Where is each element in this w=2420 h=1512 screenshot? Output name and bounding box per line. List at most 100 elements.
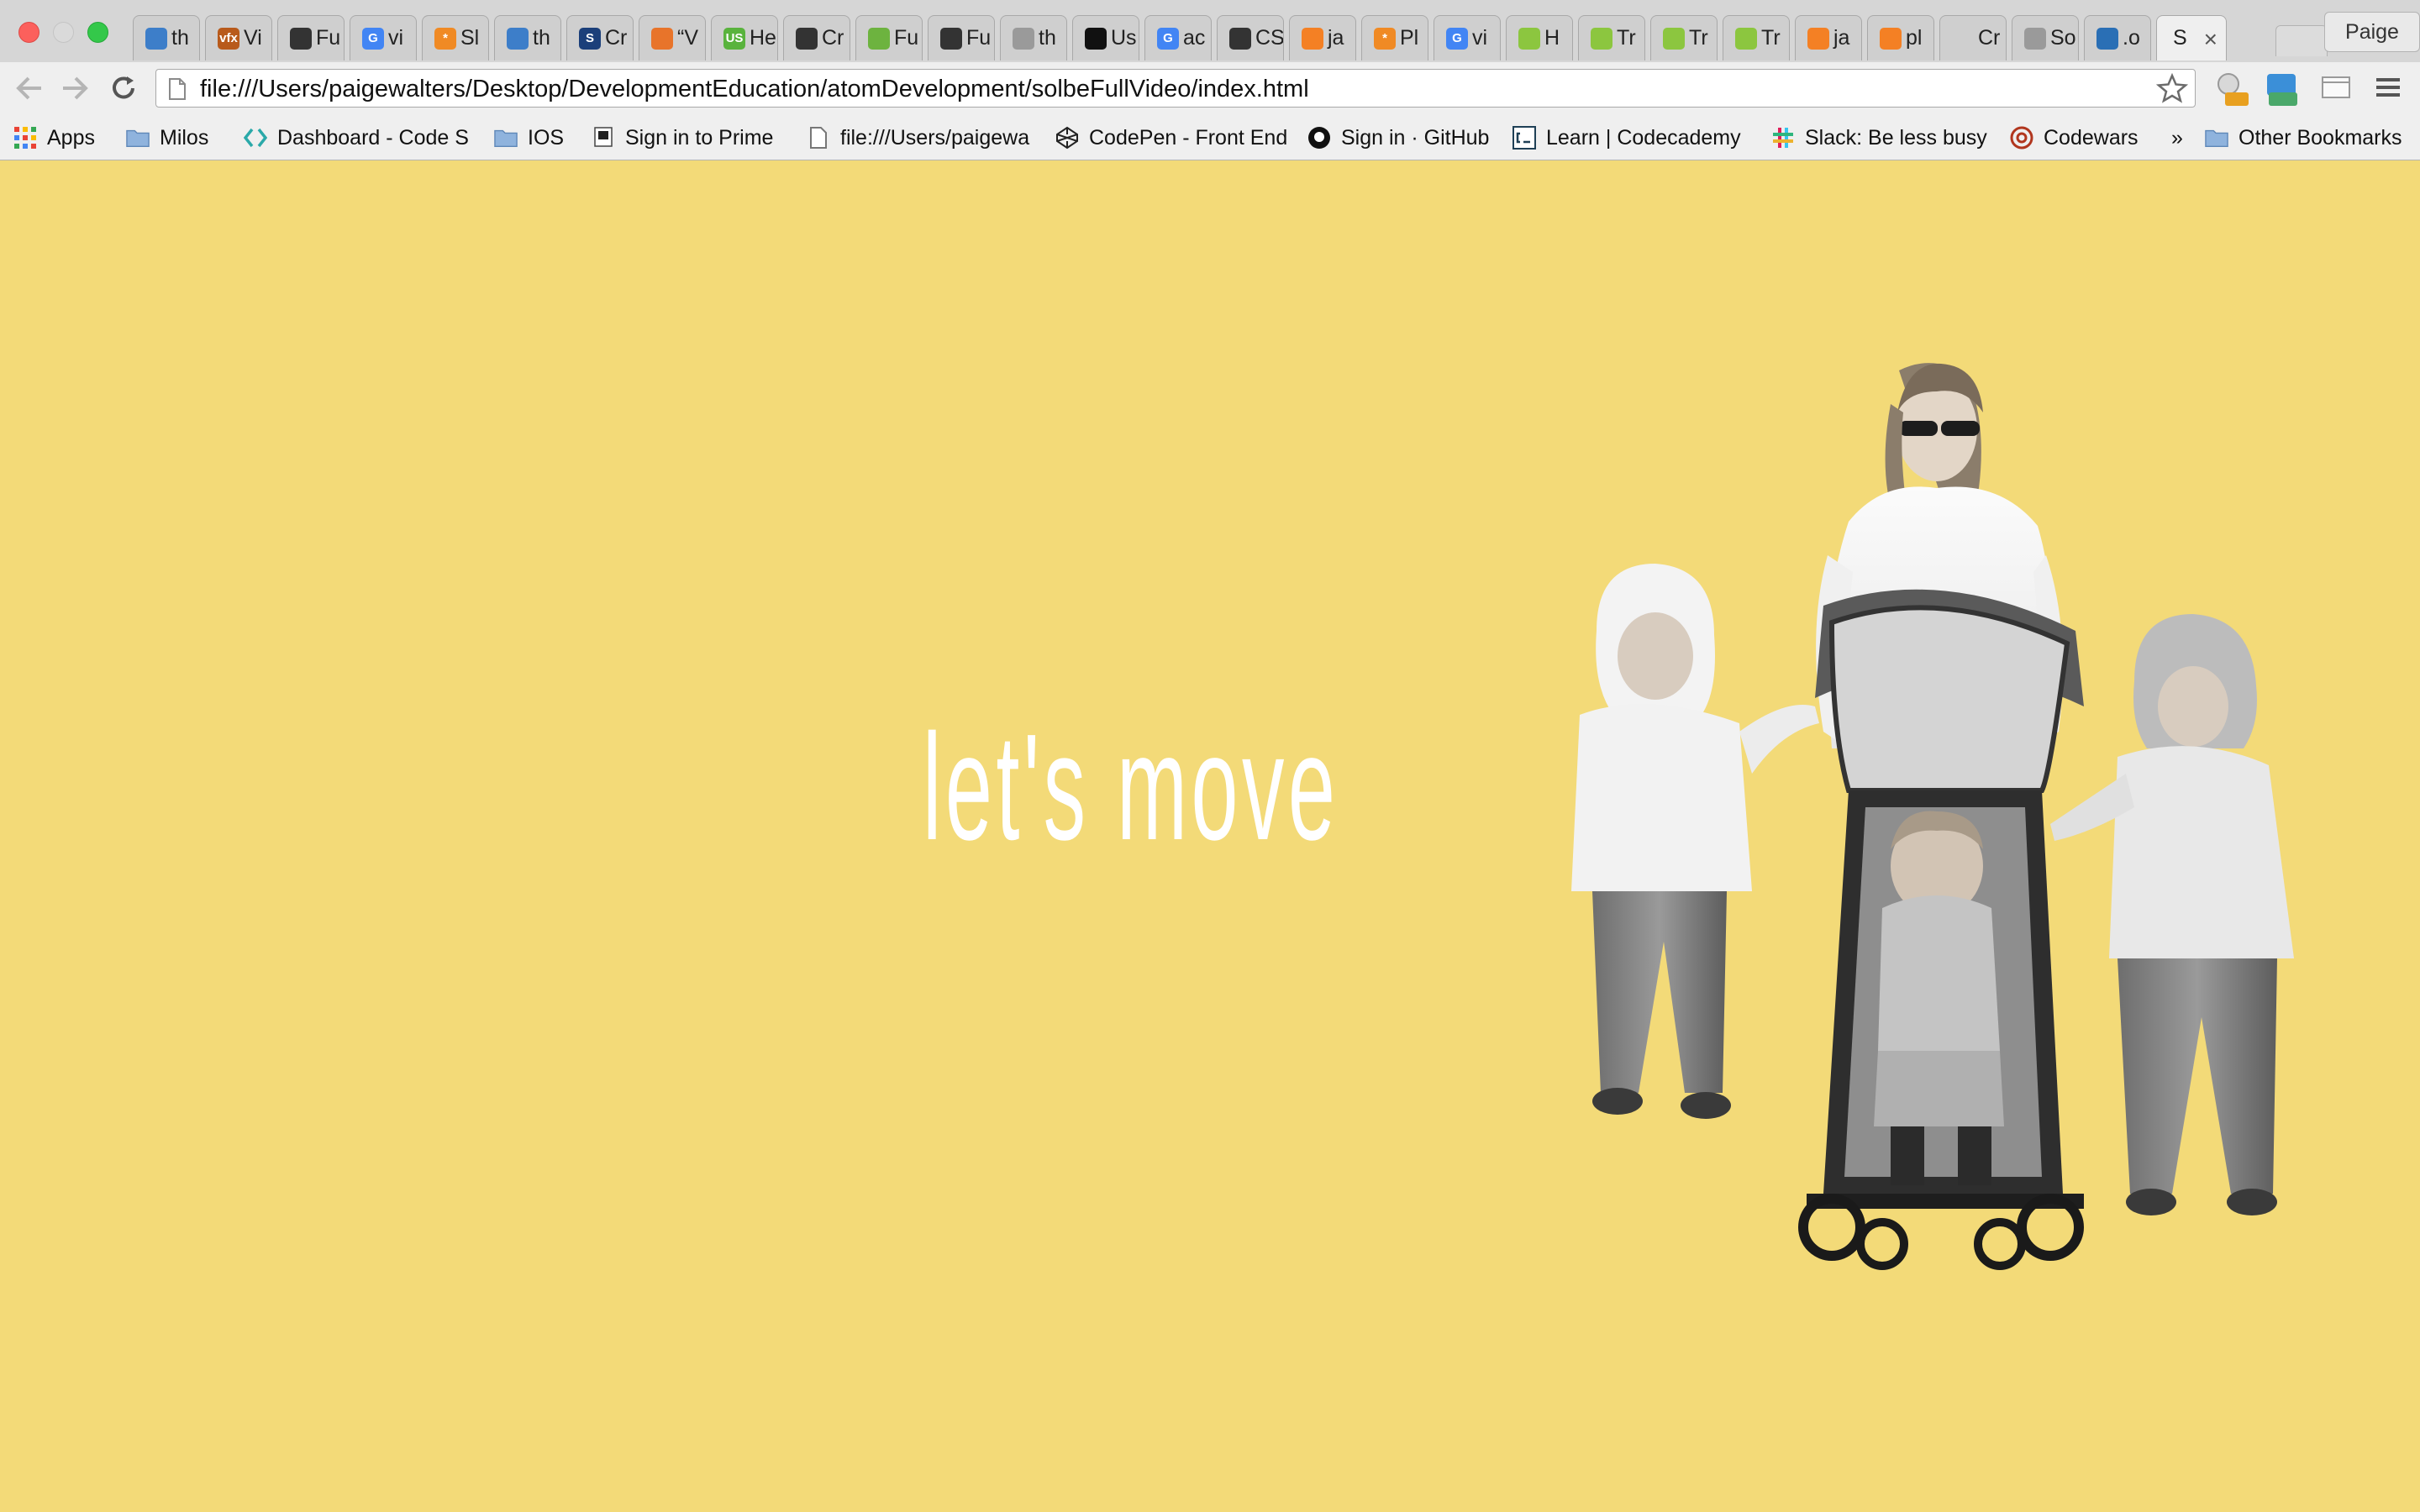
tab[interactable]: vfx Vi	[205, 15, 272, 60]
tab-favicon-icon: G	[362, 27, 384, 50]
tab[interactable]: * Pl	[1361, 15, 1428, 60]
bookmark-item[interactable]: Codewars	[2010, 123, 2139, 153]
extension-beta-icon[interactable]	[2264, 71, 2297, 106]
tab-favicon-icon: G	[1446, 27, 1468, 50]
tab-favicon-icon: *	[434, 27, 456, 50]
bookmark-item[interactable]: Learn | Codecademy	[1512, 123, 1741, 153]
tab-strip: th vfx Vi Fu Gvi * Sl th S Cr “V US He Cr Fu Fu th Us Gac C…	[0, 0, 2420, 62]
tab[interactable]: Cr	[783, 15, 850, 60]
bookmark-item[interactable]: Dashboard - Code S	[244, 123, 469, 153]
tab[interactable]: Fu	[277, 15, 345, 60]
page-viewport: let's move	[0, 160, 2420, 1512]
bookmark-item[interactable]: Sign in · GitHub	[1307, 123, 1489, 153]
extension-diff-icon[interactable]	[2213, 71, 2249, 106]
back-button[interactable]	[12, 71, 47, 106]
tab-favicon-icon	[290, 27, 312, 50]
tab[interactable]: .o	[2084, 15, 2151, 60]
bookmark-other-bookmarks[interactable]: Other Bookmarks	[2205, 123, 2402, 153]
bookmark-star-icon[interactable]	[2156, 73, 2188, 103]
tab[interactable]: Gvi	[350, 15, 417, 60]
bookmark-item[interactable]: Slack: Be less busy	[1771, 123, 1987, 153]
address-bar-url: file:///Users/paigewalters/Desktop/Devel…	[200, 76, 1309, 102]
tab[interactable]: ja	[1795, 15, 1862, 60]
folder-icon	[2205, 126, 2228, 150]
tab[interactable]: th	[133, 15, 200, 60]
tab[interactable]: Us	[1072, 15, 1139, 60]
tab-title: H	[1544, 26, 1560, 50]
tab-title: Pl	[1400, 26, 1419, 50]
bookmark-label: Learn | Codecademy	[1546, 125, 1741, 150]
extension-window-icon[interactable]	[2319, 71, 2353, 104]
tab-favicon-icon	[1663, 27, 1685, 50]
tab[interactable]: th	[1000, 15, 1067, 60]
tab-active[interactable]: S ×	[2156, 15, 2227, 60]
zoom-window-button[interactable]	[87, 22, 108, 43]
reload-icon	[113, 76, 134, 99]
tab-title: ja	[1328, 26, 1344, 50]
bookmark-item[interactable]: Sign in to Prime	[592, 123, 773, 153]
tab-favicon-icon	[868, 27, 890, 50]
tab[interactable]: ja	[1289, 15, 1356, 60]
tab[interactable]: pl	[1867, 15, 1934, 60]
tab-title: Fu	[966, 26, 992, 50]
tab[interactable]: * Sl	[422, 15, 489, 60]
tab-favicon-icon	[1229, 27, 1251, 50]
tab-title: Fu	[316, 26, 341, 50]
bookmarks-overflow-button[interactable]: »	[2171, 123, 2183, 153]
tab[interactable]: “V	[639, 15, 706, 60]
bookmark-item[interactable]: CodePen - Front End	[1055, 123, 1287, 153]
tab[interactable]: Gvi	[1434, 15, 1501, 60]
close-window-button[interactable]	[18, 22, 39, 43]
tab[interactable]: Cr	[1939, 15, 2007, 60]
code-icon	[244, 126, 267, 150]
tab-favicon-icon	[1735, 27, 1757, 50]
tab[interactable]: Fu	[855, 15, 923, 60]
tab-favicon-icon	[2096, 27, 2118, 50]
tab[interactable]: CS	[1217, 15, 1284, 60]
close-tab-icon[interactable]: ×	[2204, 26, 2217, 53]
bookmark-item[interactable]: IOS	[494, 123, 564, 153]
tab-favicon-icon: US	[723, 27, 745, 50]
tab[interactable]: Gac	[1144, 15, 1212, 60]
tab-favicon-icon	[796, 27, 818, 50]
codepen-icon	[1055, 126, 1079, 150]
forward-button[interactable]	[57, 71, 92, 106]
tab-favicon-icon: vfx	[218, 27, 239, 50]
bookmark-item[interactable]: Milos	[126, 123, 208, 153]
tab-favicon-icon	[940, 27, 962, 50]
minimize-window-button[interactable]	[53, 22, 74, 43]
tab[interactable]: th	[494, 15, 561, 60]
tab[interactable]: Tr	[1650, 15, 1718, 60]
new-tab-button[interactable]	[2275, 25, 2328, 56]
tab[interactable]: US He	[711, 15, 778, 60]
bookmark-label: Slack: Be less busy	[1805, 125, 1987, 150]
tab-favicon-icon	[651, 27, 673, 50]
tab[interactable]: H	[1506, 15, 1573, 60]
tab-title: Fu	[894, 26, 919, 50]
hero-headline: let's move	[923, 703, 1339, 872]
tab[interactable]: So	[2012, 15, 2079, 60]
tab[interactable]: Fu	[928, 15, 995, 60]
profile-button[interactable]: Paige	[2324, 12, 2420, 52]
tab-favicon-icon: S	[579, 27, 601, 50]
tab-title: ac	[1183, 26, 1206, 50]
tab-title: Us	[1111, 26, 1137, 50]
tab-favicon-icon	[507, 27, 529, 50]
github-icon	[1307, 126, 1331, 150]
tab[interactable]: Tr	[1723, 15, 1790, 60]
menu-button[interactable]	[2373, 71, 2407, 104]
forward-arrow-icon	[63, 76, 88, 100]
reload-button[interactable]	[106, 71, 141, 106]
tab-list: th vfx Vi Fu Gvi * Sl th S Cr “V US He Cr Fu Fu th Us Gac C…	[133, 15, 2232, 62]
tab-favicon-icon	[1518, 27, 1540, 50]
tab[interactable]: Tr	[1578, 15, 1645, 60]
bookmark-label: Sign in to Prime	[625, 125, 774, 150]
tab-title: He	[750, 26, 776, 50]
bookmark-item[interactable]: file:///Users/paigewa	[807, 123, 1029, 153]
tab[interactable]: S Cr	[566, 15, 634, 60]
tab-favicon-icon	[1085, 27, 1107, 50]
back-arrow-icon	[16, 76, 41, 100]
address-bar[interactable]: file:///Users/paigewalters/Desktop/Devel…	[155, 69, 2196, 108]
toolbar: file:///Users/paigewalters/Desktop/Devel…	[0, 62, 2420, 116]
bookmark-apps[interactable]: Apps	[13, 123, 95, 153]
